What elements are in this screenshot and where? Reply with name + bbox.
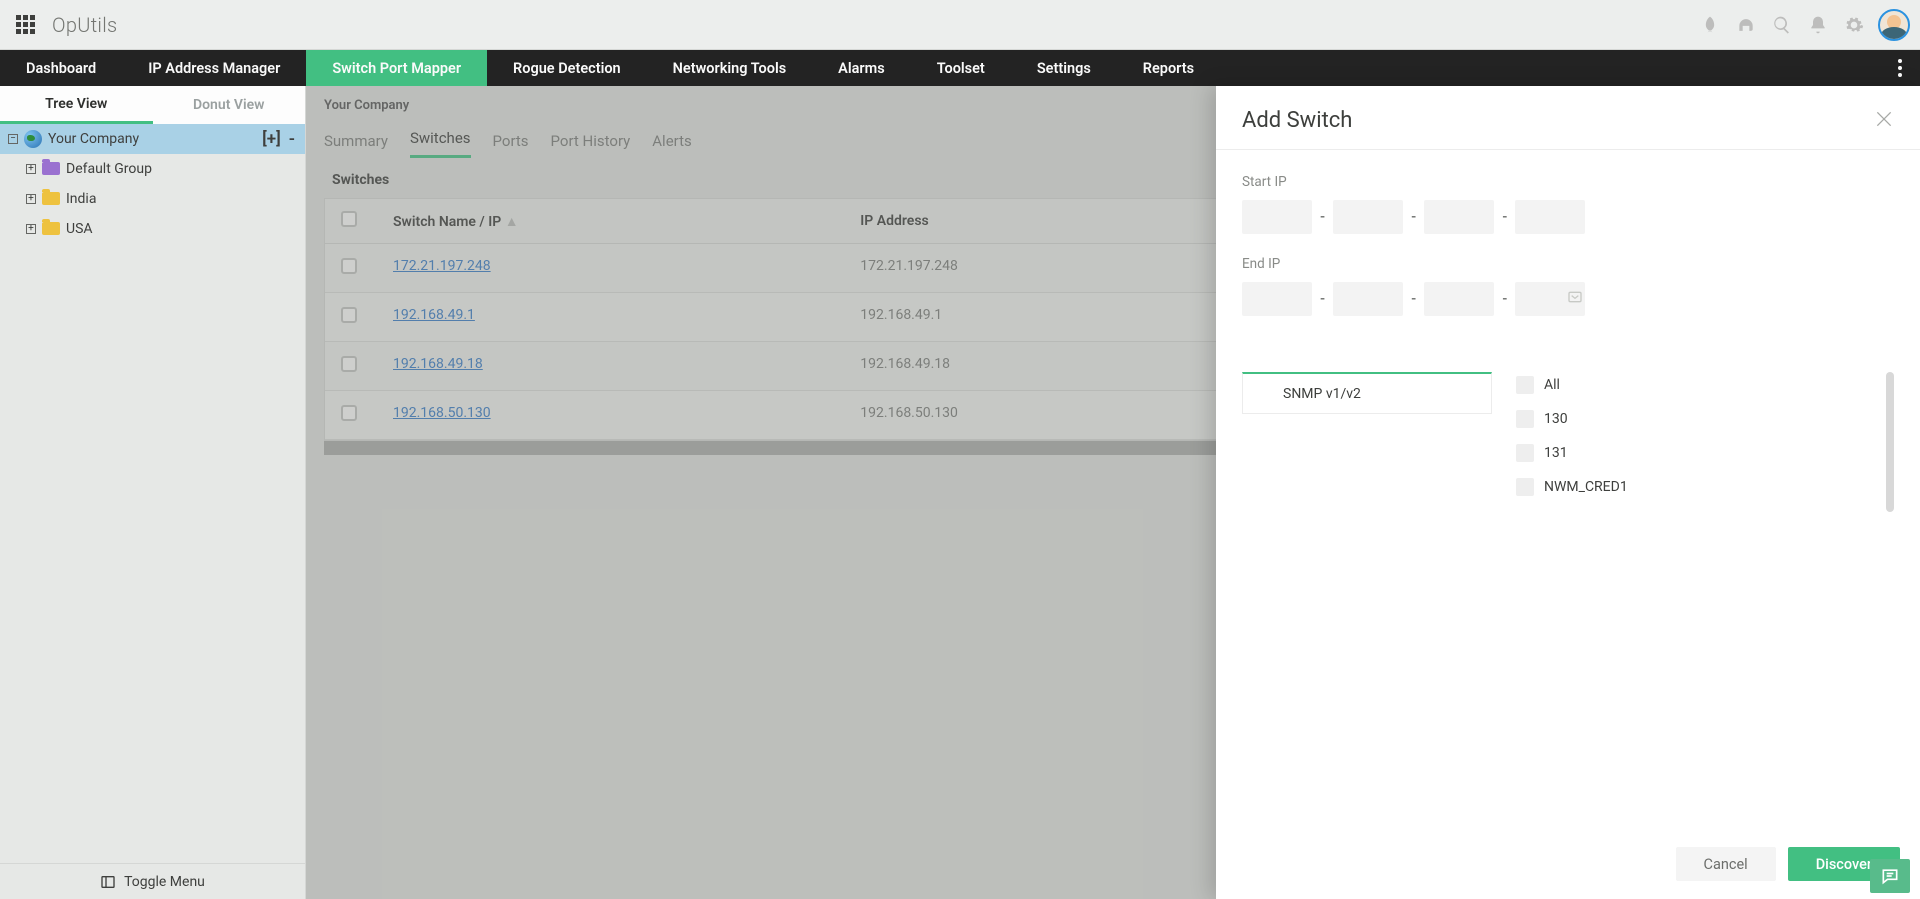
credentials-area: SNMP v1/v2 All 130 131 NWM_CRED1 (1242, 372, 1894, 496)
tree-item-label: Default Group (66, 161, 305, 177)
tree-item-default-group[interactable]: + Default Group (0, 154, 305, 184)
nav-rogue-detection[interactable]: Rogue Detection (487, 50, 647, 86)
start-ip-octet-2[interactable] (1333, 200, 1403, 234)
globe-icon (24, 130, 42, 148)
end-ip-octet-2[interactable] (1333, 282, 1403, 316)
expand-icon[interactable]: + (26, 164, 36, 174)
add-switch-panel: Add Switch Start IP - - - End IP - - - (1216, 86, 1920, 899)
credential-label: NWM_CRED1 (1544, 479, 1628, 495)
credential-checkbox[interactable] (1516, 444, 1534, 462)
main-nav: Dashboard IP Address Manager Switch Port… (0, 50, 1920, 86)
credential-item[interactable]: 130 (1516, 410, 1894, 428)
headset-icon[interactable] (1730, 9, 1762, 41)
tree: − Your Company [+] - + Default Group + I… (0, 124, 305, 863)
credential-item[interactable]: 131 (1516, 444, 1894, 462)
rocket-icon[interactable] (1694, 9, 1726, 41)
nav-networking-tools[interactable]: Networking Tools (647, 50, 813, 86)
end-ip-row: - - - (1242, 282, 1894, 316)
toggle-menu-icon (100, 874, 116, 890)
credential-type-tab[interactable]: SNMP v1/v2 (1242, 372, 1492, 414)
nav-switch-port-mapper[interactable]: Switch Port Mapper (306, 50, 487, 86)
tree-item-label: USA (66, 221, 305, 237)
search-icon[interactable] (1766, 9, 1798, 41)
folder-icon (42, 162, 60, 175)
panel-title: Add Switch (1242, 108, 1874, 133)
close-icon[interactable] (1874, 109, 1894, 133)
nav-ip-address-manager[interactable]: IP Address Manager (122, 50, 306, 86)
toggle-menu-label: Toggle Menu (124, 874, 205, 890)
end-ip-label: End IP (1242, 256, 1894, 272)
credential-item[interactable]: All (1516, 376, 1894, 394)
tree-add-button[interactable]: [+] (262, 129, 281, 149)
bell-icon[interactable] (1802, 9, 1834, 41)
user-avatar[interactable] (1878, 9, 1910, 41)
left-pane: Tree View Donut View − Your Company [+] … (0, 86, 306, 899)
start-ip-octet-4[interactable] (1515, 200, 1585, 234)
gear-icon[interactable] (1838, 9, 1870, 41)
credential-checkbox[interactable] (1516, 410, 1534, 428)
collapse-icon[interactable]: − (8, 134, 18, 144)
expand-icon[interactable]: + (26, 224, 36, 234)
tree-item-label: India (66, 191, 305, 207)
toggle-menu-button[interactable]: Toggle Menu (0, 863, 305, 899)
folder-icon (42, 222, 60, 235)
ip-range-helper-icon[interactable] (1567, 289, 1583, 309)
tree-root-label: Your Company (48, 131, 262, 147)
nav-more-icon[interactable] (1880, 50, 1920, 86)
tab-donut-view[interactable]: Donut View (153, 86, 306, 124)
credential-label: All (1544, 377, 1560, 393)
credential-scrollbar[interactable] (1886, 372, 1894, 512)
chat-fab[interactable] (1870, 859, 1910, 893)
view-tabs: Tree View Donut View (0, 86, 305, 124)
credential-checkbox[interactable] (1516, 478, 1534, 496)
top-bar: OpUtils (0, 0, 1920, 50)
credential-label: 131 (1544, 445, 1568, 461)
start-ip-row: - - - (1242, 200, 1894, 234)
end-ip-octet-3[interactable] (1424, 282, 1494, 316)
cancel-button[interactable]: Cancel (1676, 847, 1776, 881)
tree-item-india[interactable]: + India (0, 184, 305, 214)
nav-toolset[interactable]: Toolset (911, 50, 1011, 86)
credential-checkbox[interactable] (1516, 376, 1534, 394)
start-ip-label: Start IP (1242, 174, 1894, 190)
nav-reports[interactable]: Reports (1117, 50, 1220, 86)
nav-alarms[interactable]: Alarms (812, 50, 911, 86)
credential-item[interactable]: NWM_CRED1 (1516, 478, 1894, 496)
nav-settings[interactable]: Settings (1011, 50, 1117, 86)
tree-item-usa[interactable]: + USA (0, 214, 305, 244)
end-ip-octet-1[interactable] (1242, 282, 1312, 316)
tree-collapse-button[interactable]: - (289, 129, 295, 149)
credential-list: All 130 131 NWM_CRED1 (1516, 372, 1894, 496)
folder-icon (42, 192, 60, 205)
start-ip-octet-3[interactable] (1424, 200, 1494, 234)
tab-tree-view[interactable]: Tree View (0, 86, 153, 124)
start-ip-octet-1[interactable] (1242, 200, 1312, 234)
apps-grid-icon[interactable] (16, 15, 36, 35)
brand-title: OpUtils (52, 13, 117, 37)
nav-dashboard[interactable]: Dashboard (0, 50, 122, 86)
credential-label: 130 (1544, 411, 1568, 427)
expand-icon[interactable]: + (26, 194, 36, 204)
tree-root[interactable]: − Your Company [+] - (0, 124, 305, 154)
